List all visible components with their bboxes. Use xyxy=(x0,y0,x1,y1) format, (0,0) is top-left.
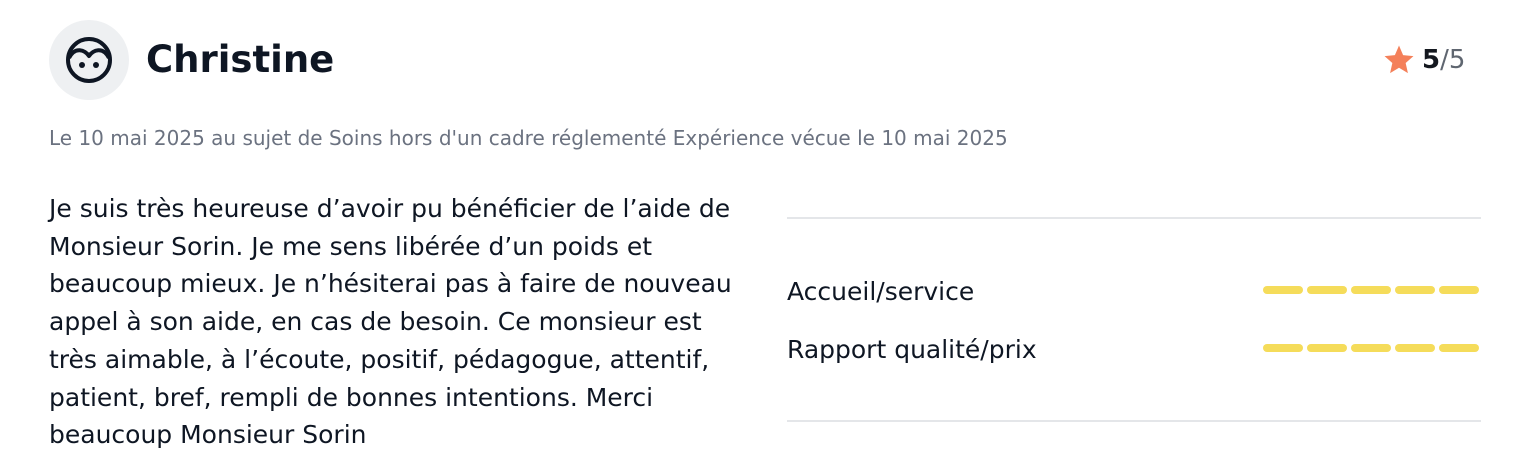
rating-max: 5 xyxy=(1448,45,1466,75)
rating-segment xyxy=(1307,286,1347,294)
rating-segment xyxy=(1439,344,1479,352)
criteria-divider-bottom xyxy=(787,420,1481,422)
review-text: Je suis très heureuse d’avoir pu bénéfic… xyxy=(49,194,732,450)
review-meta: Le 10 mai 2025 au sujet de Soins hors d'… xyxy=(49,126,1008,150)
rating-segment xyxy=(1395,286,1435,294)
criterion-label: Accueil/service xyxy=(787,277,975,306)
rating-segment xyxy=(1307,344,1347,352)
rating-segment xyxy=(1351,286,1391,294)
rating-segment xyxy=(1263,344,1303,352)
criterion-rating-bar xyxy=(1259,286,1479,294)
criterion-label: Rapport qualité/prix xyxy=(787,335,1037,364)
rating-separator: / xyxy=(1440,45,1449,75)
rating-score: 5 xyxy=(1422,45,1441,75)
rating-segment xyxy=(1395,344,1435,352)
user-face-icon xyxy=(66,37,112,83)
criterion-rating-bar xyxy=(1259,344,1479,352)
rating-segment xyxy=(1263,286,1303,294)
reviewer-name: Christine xyxy=(146,38,335,81)
criteria-divider-top xyxy=(787,217,1481,219)
criterion-rapport-qualite-prix: Rapport qualité/prix xyxy=(787,330,1481,370)
overall-rating: 5 / 5 xyxy=(1382,42,1465,78)
rating-segment xyxy=(1351,344,1391,352)
star-icon xyxy=(1384,45,1414,74)
rating-segment xyxy=(1439,286,1479,294)
avatar xyxy=(49,20,129,100)
criterion-accueil-service: Accueil/service xyxy=(787,272,1481,312)
